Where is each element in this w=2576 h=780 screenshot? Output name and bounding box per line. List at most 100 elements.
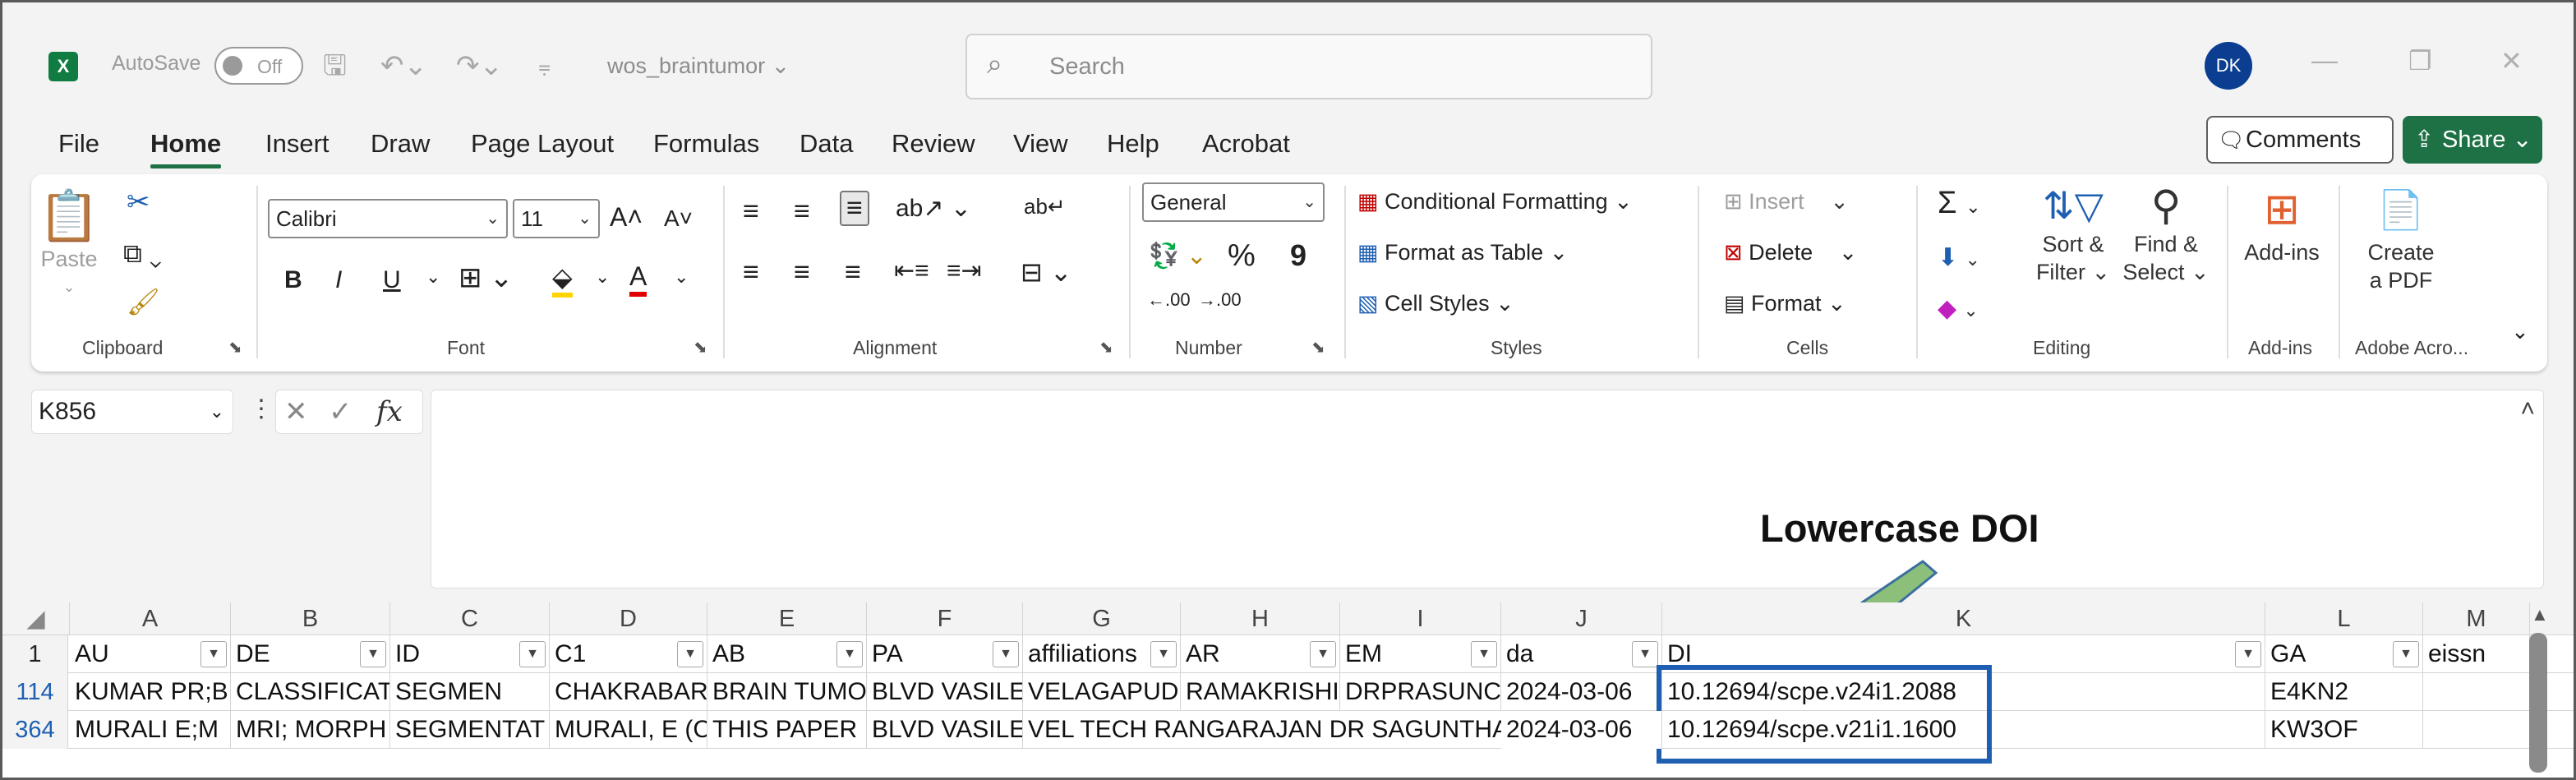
header-cell-de[interactable]: DE ▼ <box>231 635 390 673</box>
conditional-formatting-button[interactable]: ▦ Conditional Formatting ⌄ <box>1357 189 1633 215</box>
filter-dropdown-icon[interactable]: ▼ <box>2393 641 2419 667</box>
insert-function-icon[interactable]: fx <box>376 395 403 428</box>
worksheet-grid[interactable]: ◢ A B C D E F G H I J K L M 1 AU ▼ DE ▼ ID… <box>2 602 2574 780</box>
autosum-icon[interactable]: Σ ⌄ <box>1938 186 1981 221</box>
minimize-icon[interactable]: — <box>2311 45 2338 76</box>
table-cell[interactable]: MRI; MORPH <box>231 711 390 749</box>
col-header-c[interactable]: C <box>390 602 550 635</box>
fill-icon[interactable]: ⬇ ⌄ <box>1938 243 1980 272</box>
table-cell[interactable]: 2024-03-06 <box>1501 711 1662 749</box>
col-header-h[interactable]: H <box>1181 602 1340 635</box>
select-all-corner[interactable]: ◢ <box>2 602 70 635</box>
col-header-l[interactable]: L <box>2265 602 2423 635</box>
vertical-scrollbar[interactable] <box>2529 633 2547 773</box>
copy-icon[interactable]: ⧉ ⌄ <box>123 238 162 270</box>
bold-button[interactable]: B <box>284 266 302 294</box>
autosave-toggle[interactable]: Off <box>214 47 303 85</box>
decrease-decimal-icon[interactable]: →.00 <box>1198 289 1242 311</box>
font-family-select[interactable]: Calibri ⌄ <box>268 199 508 238</box>
align-right-icon[interactable]: ≡ <box>845 256 861 288</box>
orientation-icon[interactable]: ab↗ ⌄ <box>896 194 971 223</box>
delete-cells-button[interactable]: ⊠ Delete ⌄ <box>1724 240 1857 265</box>
filter-dropdown-icon[interactable]: ▼ <box>1632 641 1658 667</box>
header-cell-au[interactable]: AU ▼ <box>70 635 231 673</box>
col-header-a[interactable]: A <box>70 602 231 635</box>
table-cell[interactable]: CHAKRABART <box>550 673 707 711</box>
filter-dropdown-icon[interactable]: ▼ <box>836 641 863 667</box>
comments-button[interactable]: 🗨 Comments <box>2206 116 2394 164</box>
header-cell-affiliations[interactable]: affiliations ▼ <box>1023 635 1181 673</box>
italic-button[interactable]: I <box>335 266 342 294</box>
merge-center-icon[interactable]: ⊟ ⌄ <box>1021 256 1072 288</box>
header-cell-ga[interactable]: GA ▼ <box>2265 635 2423 673</box>
table-cell[interactable]: VELAGAPUDI <box>1023 673 1181 711</box>
tab-help[interactable]: Help <box>1107 126 1159 162</box>
format-as-table-button[interactable]: ▦ Format as Table ⌄ <box>1357 240 1568 265</box>
increase-indent-icon[interactable]: ≡⇥ <box>947 256 982 285</box>
table-cell[interactable]: CLASSIFICATION; <box>231 673 390 711</box>
tab-insert[interactable]: Insert <box>265 126 329 162</box>
table-cell[interactable]: RAMAKRISHI <box>1181 673 1340 711</box>
sort-filter-button[interactable]: ⇅▽ Sort & Filter ⌄ <box>2028 181 2118 286</box>
table-cell[interactable]: E4KN2 <box>2265 673 2423 711</box>
filter-active-icon[interactable]: ▼ <box>2235 641 2261 667</box>
table-cell[interactable]: MURALI E;M <box>70 711 231 749</box>
align-center-icon[interactable]: ≡ <box>794 256 810 288</box>
table-cell[interactable]: BLVD VASILE <box>867 673 1023 711</box>
find-select-button[interactable]: ⚲ Find & Select ⌄ <box>2118 181 2214 286</box>
chevron-down-icon[interactable]: ⌄ <box>674 266 689 288</box>
row-number[interactable]: 364 <box>2 711 68 749</box>
borders-icon[interactable]: ⊞ ⌄ <box>459 261 513 294</box>
tab-home[interactable]: Home <box>150 126 222 168</box>
row-number[interactable]: 1 <box>2 635 68 673</box>
underline-button[interactable]: U <box>383 266 401 294</box>
align-left-icon[interactable]: ≡ <box>743 256 759 288</box>
col-header-b[interactable]: B <box>231 602 390 635</box>
filter-dropdown-icon[interactable]: ▼ <box>1471 641 1497 667</box>
tab-formulas[interactable]: Formulas <box>653 126 759 162</box>
wrap-text-icon[interactable]: ab↵ <box>1024 194 1066 219</box>
accounting-icon[interactable]: 💱 ⌄ <box>1149 242 1207 270</box>
col-header-d[interactable]: D <box>550 602 707 635</box>
increase-font-icon[interactable]: A˄ <box>610 202 643 233</box>
tab-page-layout[interactable]: Page Layout <box>471 126 614 162</box>
header-cell-em[interactable]: EM ▼ <box>1340 635 1501 673</box>
table-cell[interactable]: BRAIN TUMO <box>707 673 867 711</box>
table-cell[interactable]: THIS PAPER I <box>707 711 867 749</box>
save-icon[interactable]: 🖫 <box>323 45 347 86</box>
tab-draw[interactable]: Draw <box>371 126 430 162</box>
fill-color-icon[interactable]: ⬙ <box>552 261 573 298</box>
clear-icon[interactable]: ◆ ⌄ <box>1938 294 1979 323</box>
header-cell-id[interactable]: ID ▼ <box>390 635 550 673</box>
filter-dropdown-icon[interactable]: ▼ <box>1150 641 1177 667</box>
table-cell[interactable]: DRPRASUNCI <box>1340 673 1501 711</box>
header-cell-pa[interactable]: PA ▼ <box>867 635 1023 673</box>
col-header-f[interactable]: F <box>867 602 1023 635</box>
tab-data[interactable]: Data <box>800 126 853 162</box>
scroll-up-icon[interactable]: ▲ <box>2531 604 2549 625</box>
table-cell[interactable]: VEL TECH RANGARAJAN DR SAGUNTHA <box>1023 711 1509 749</box>
font-launcher-icon[interactable]: ⬊ <box>694 337 707 358</box>
font-color-icon[interactable]: A <box>629 261 647 297</box>
number-launcher-icon[interactable]: ⬊ <box>1311 337 1325 358</box>
col-header-j[interactable]: J <box>1501 602 1662 635</box>
increase-decimal-icon[interactable]: ←.00 <box>1147 289 1191 311</box>
alignment-launcher-icon[interactable]: ⬊ <box>1099 337 1113 358</box>
formula-input[interactable]: ˄ <box>431 390 2544 588</box>
align-bottom-icon[interactable]: ≡ <box>840 191 869 226</box>
chevron-down-icon[interactable]: ⌄ <box>426 266 440 288</box>
insert-cells-button[interactable]: ⊞ Insert ⌄ <box>1724 189 1849 215</box>
table-cell[interactable]: SEGMEN <box>390 673 550 711</box>
table-cell[interactable]: BLVD VASILE <box>867 711 1023 749</box>
add-ins-button[interactable]: ⊞ Add-ins <box>2237 181 2327 266</box>
name-box[interactable]: K856 ⌄ <box>31 390 233 434</box>
format-painter-icon[interactable]: 🖌 <box>127 286 160 317</box>
header-cell-ar[interactable]: AR ▼ <box>1181 635 1340 673</box>
table-cell[interactable] <box>2423 711 2530 749</box>
cell-styles-button[interactable]: ▧ Cell Styles ⌄ <box>1357 291 1514 316</box>
col-header-i[interactable]: I <box>1340 602 1501 635</box>
col-header-e[interactable]: E <box>707 602 867 635</box>
more-options-icon[interactable]: ⋮ <box>249 395 274 423</box>
paste-button[interactable]: 📋 Paste ⌄ <box>36 187 102 301</box>
font-size-select[interactable]: 11 ⌄ <box>513 199 600 238</box>
